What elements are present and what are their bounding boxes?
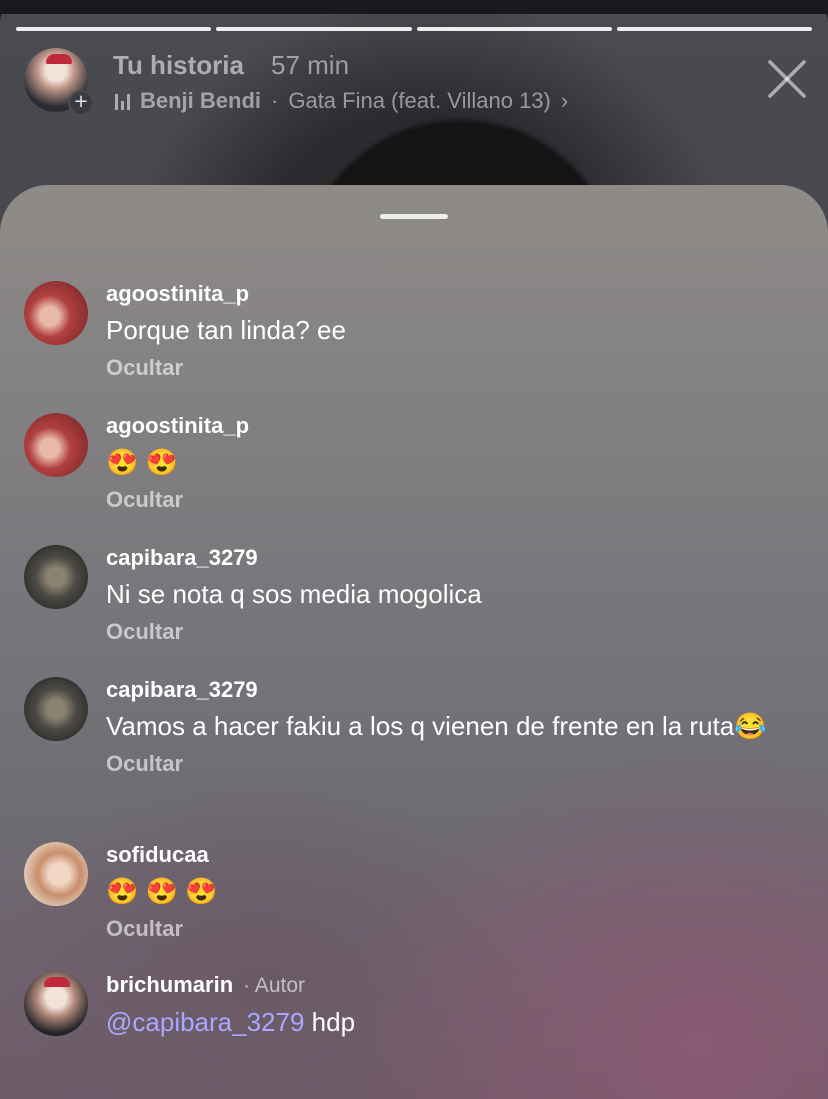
plus-icon[interactable]: +	[68, 90, 94, 116]
music-song: Gata Fina (feat. Villano 13)	[288, 88, 551, 113]
progress-segment	[416, 27, 612, 31]
avatar[interactable]	[24, 972, 88, 1036]
avatar[interactable]	[24, 842, 88, 906]
comment-text: Vamos a hacer fakiu a los q vienen de fr…	[106, 711, 767, 741]
comment-username[interactable]: agoostinita_p	[106, 281, 804, 307]
hide-button[interactable]: Ocultar	[106, 487, 804, 513]
comment-username[interactable]: brichumarin	[106, 972, 233, 997]
comment-text-body: hdp	[304, 1007, 356, 1037]
progress-segment	[216, 27, 412, 31]
avatar[interactable]	[24, 545, 88, 609]
story-header: + Tu historia 57 min Benji Bendi · Gata …	[24, 48, 810, 118]
author-label: · Autor	[243, 974, 306, 997]
close-icon[interactable]	[764, 56, 810, 102]
story-title: Tu historia	[113, 50, 244, 80]
comment-text: @capibara_3279 hdp	[106, 1005, 804, 1039]
comment-username[interactable]: capibara_3279	[106, 677, 804, 703]
mention-link[interactable]: @capibara_3279	[106, 1007, 304, 1037]
progress-segment	[616, 27, 812, 31]
avatar[interactable]	[24, 413, 88, 477]
hide-button[interactable]: Ocultar	[106, 916, 804, 942]
music-bars-icon	[115, 92, 130, 110]
chevron-right-icon: ›	[560, 88, 569, 113]
comment-text: Ni se nota q sos media mogolica	[106, 579, 482, 609]
hide-button[interactable]: Ocultar	[106, 619, 804, 645]
comment-username[interactable]: sofiducaa	[106, 842, 804, 868]
comment-text: 😍 😍 😍	[106, 876, 218, 906]
hide-button[interactable]: Ocultar	[106, 751, 804, 777]
avatar[interactable]	[24, 281, 88, 345]
music-separator: ·	[271, 88, 279, 113]
avatar[interactable]	[24, 677, 88, 741]
story-timestamp: 57 min	[271, 50, 350, 80]
progress-segment	[16, 27, 212, 31]
comment-username[interactable]: agoostinita_p	[106, 413, 804, 439]
music-artist: Benji Bendi	[140, 88, 262, 113]
comment-text: 😍 😍	[106, 447, 178, 477]
story-progress-bar	[16, 27, 812, 31]
music-attribution[interactable]: Benji Bendi · Gata Fina (feat. Villano 1…	[115, 88, 568, 114]
comment-text: Porque tan linda? ee	[106, 315, 346, 345]
comment-username-row: brichumarin · Autor	[106, 972, 804, 999]
comment-username[interactable]: capibara_3279	[106, 545, 804, 571]
comments-sheet: agoostinita_p Porque tan linda? ee Ocult…	[0, 185, 828, 1099]
hide-button[interactable]: Ocultar	[106, 355, 804, 381]
sheet-grabber[interactable]	[380, 214, 448, 219]
